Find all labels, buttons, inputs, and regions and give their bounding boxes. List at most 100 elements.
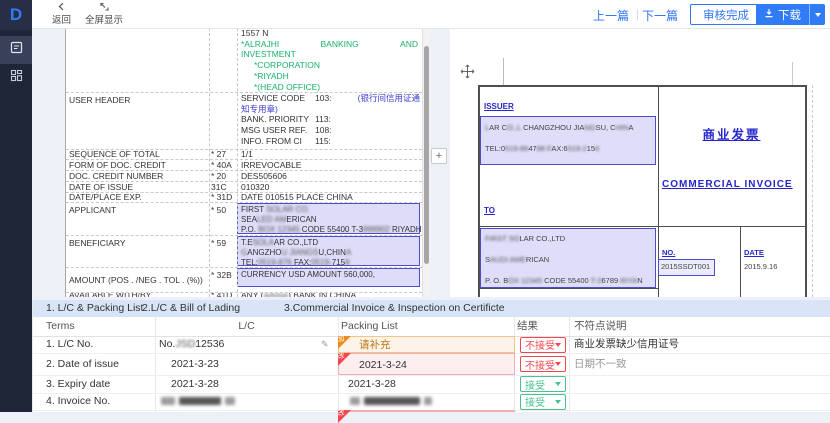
tab-lc-packing-list[interactable]: 1. L/C & Packing List bbox=[46, 300, 143, 317]
text-segment: T-3 bbox=[591, 276, 602, 285]
topbar: 返回 全屏显示 上一篇 下一篇 审核完成 下载 bbox=[32, 0, 830, 29]
lc-field-value: ANY (advise) BANK IN CHINA bbox=[237, 293, 422, 297]
lc-row: SEQUENCE OF TOTAL* 271/1 bbox=[66, 150, 422, 160]
sidebar-item-documents[interactable] bbox=[0, 36, 32, 64]
lc-field-label: AVAILABLE WITH/BY bbox=[66, 293, 209, 297]
invoice-border bbox=[478, 226, 806, 227]
lc-doc-line: IRREVOCABLE bbox=[241, 160, 422, 170]
app-logo[interactable]: D bbox=[0, 0, 32, 30]
text-segment: 113: bbox=[315, 114, 331, 125]
text-segment: AX:6 bbox=[551, 144, 567, 153]
text-segment: (银行间信用证通 bbox=[358, 93, 422, 104]
invoice-border bbox=[478, 288, 659, 289]
redacted-text bbox=[161, 397, 175, 405]
text-segment: *RIYADH bbox=[254, 71, 289, 81]
text-segment: JSD bbox=[175, 338, 195, 350]
text-segment: *ALRAJHI bbox=[241, 39, 279, 50]
back-button[interactable]: 返回 bbox=[52, 2, 71, 26]
text-segment: 47 bbox=[528, 144, 536, 153]
term-cell: 4. Invoice No. bbox=[46, 393, 151, 410]
text-segment: *(HEAD OFFICE) bbox=[254, 82, 320, 92]
drag-handle-icon[interactable] bbox=[460, 64, 475, 81]
col-header-result: 结果 bbox=[517, 317, 538, 336]
text-segment: G bbox=[241, 248, 247, 257]
text-segment: 0519-876 bbox=[258, 258, 292, 267]
text-segment: 8 bbox=[345, 258, 349, 267]
text-segment: T.E bbox=[241, 238, 253, 247]
prev-doc-link[interactable]: 上一篇 bbox=[593, 7, 629, 24]
result-select[interactable]: 不接受 bbox=[520, 356, 566, 372]
download-button[interactable]: 下载 bbox=[756, 4, 809, 25]
text-segment: No. bbox=[159, 338, 175, 350]
lc-field-tag: * 20 bbox=[209, 171, 237, 181]
invoice-title-cn: 商业发票 bbox=[702, 128, 760, 142]
text-segment: 6789 bbox=[601, 276, 620, 285]
lc-doc-line: 1/1 bbox=[241, 150, 422, 159]
col-header-lc: L/C bbox=[155, 317, 338, 336]
text-segment: 115: bbox=[315, 136, 331, 147]
invoice-border bbox=[740, 226, 741, 297]
result-select-value: 不接受 bbox=[525, 337, 555, 352]
review-complete-button[interactable]: 审核完成 bbox=[690, 4, 762, 25]
text-segment: 999902 bbox=[363, 225, 392, 234]
invoice-no-value: 2015SSDT001 bbox=[661, 262, 710, 271]
corner-badge-char: 改 bbox=[338, 410, 345, 418]
caret-down-icon bbox=[815, 13, 821, 17]
zoom-in-button[interactable]: + bbox=[431, 148, 447, 164]
text-segment: 2021-3-23 bbox=[171, 358, 219, 370]
text-segment: FIRST bbox=[241, 205, 266, 214]
corner-badge: 改 bbox=[338, 353, 351, 366]
packing-list-cell: 2021-3-28 bbox=[338, 375, 515, 393]
text-segment: 519-86 bbox=[505, 144, 528, 153]
lc-field-label: FORM OF DOC. CREDIT bbox=[66, 160, 209, 170]
text-segment: DES505606 bbox=[241, 171, 287, 181]
corner-badge-char: 改 bbox=[338, 353, 345, 361]
tab-ci-inspection[interactable]: 3.Commercial Invoice & Inspection on Cer… bbox=[284, 300, 505, 317]
tab-lc-bill-of-lading[interactable]: 2.L/C & Bill of Lading bbox=[142, 300, 240, 317]
invoice-address-line: TEL:0519-864788 FAX:6519-2156 bbox=[485, 144, 599, 153]
lc-field-label: SEQUENCE OF TOTAL bbox=[66, 150, 209, 159]
text-segment: 1557 N bbox=[241, 28, 268, 38]
next-doc-link[interactable]: 下一篇 bbox=[642, 7, 678, 24]
text-segment: 519-2 bbox=[568, 144, 587, 153]
lc-scrollbar[interactable] bbox=[422, 28, 430, 297]
lc-field-value: IRREVOCABLE bbox=[237, 160, 422, 170]
sidebar-item-modules[interactable] bbox=[0, 64, 32, 92]
term-cell: 2. Date of issue bbox=[46, 353, 151, 375]
invoice-continuation-line bbox=[812, 85, 813, 297]
page-guide-tick bbox=[503, 58, 504, 85]
result-select-value: 接受 bbox=[525, 377, 545, 392]
text-segment: BOX 12345 bbox=[258, 225, 302, 234]
text-segment: 1/1 bbox=[241, 150, 253, 159]
text-segment: NG bbox=[584, 123, 595, 132]
invoice-no-label: NO. bbox=[662, 248, 675, 257]
corner-badge-char: 加 bbox=[338, 336, 345, 344]
col-header-discrepancy: 不符点说明 bbox=[574, 317, 627, 336]
lc-doc-line: *CORPORATION bbox=[241, 60, 422, 71]
result-select[interactable]: 不接受 bbox=[520, 337, 566, 353]
lc-field-value: 1/1 bbox=[237, 150, 422, 159]
link-divider bbox=[637, 9, 638, 20]
lc-doc-line: DES505606 bbox=[241, 171, 422, 181]
invoice-title-en: COMMERCIAL INVOICE bbox=[662, 179, 793, 190]
text-segment: 15 bbox=[587, 144, 595, 153]
lc-field-tag: * 40A bbox=[209, 160, 237, 170]
invoice-border bbox=[805, 85, 807, 297]
fullscreen-button[interactable]: 全屏显示 bbox=[85, 2, 123, 26]
edit-icon[interactable]: ✎ bbox=[321, 336, 329, 353]
text-segment: IRREVOCABLE bbox=[241, 160, 301, 170]
lc-scrollbar-thumb[interactable] bbox=[424, 46, 429, 264]
lc-field-value: DES505606 bbox=[237, 171, 422, 181]
chevron-down-icon bbox=[555, 400, 561, 404]
result-select[interactable]: 接受 bbox=[520, 394, 566, 410]
lc-field-tag bbox=[209, 93, 237, 149]
text-segment: U JIANGS bbox=[281, 248, 318, 257]
lc-field-label: AMOUNT (POS . /NEG . TOL . (%)) bbox=[66, 268, 209, 292]
fullscreen-label: 全屏显示 bbox=[85, 15, 123, 26]
download-dropdown-button[interactable] bbox=[809, 4, 825, 25]
text-segment: LAR CO.,LTD bbox=[519, 234, 565, 243]
result-select[interactable]: 接受 bbox=[520, 376, 566, 392]
text-segment: MSG USER REF. bbox=[241, 125, 315, 136]
lc-row: APPLICANT* 50FIRST SOLAR CO.SEALED AMERI… bbox=[66, 203, 422, 236]
lc-value-cell: No.JSD12536 bbox=[159, 336, 309, 353]
